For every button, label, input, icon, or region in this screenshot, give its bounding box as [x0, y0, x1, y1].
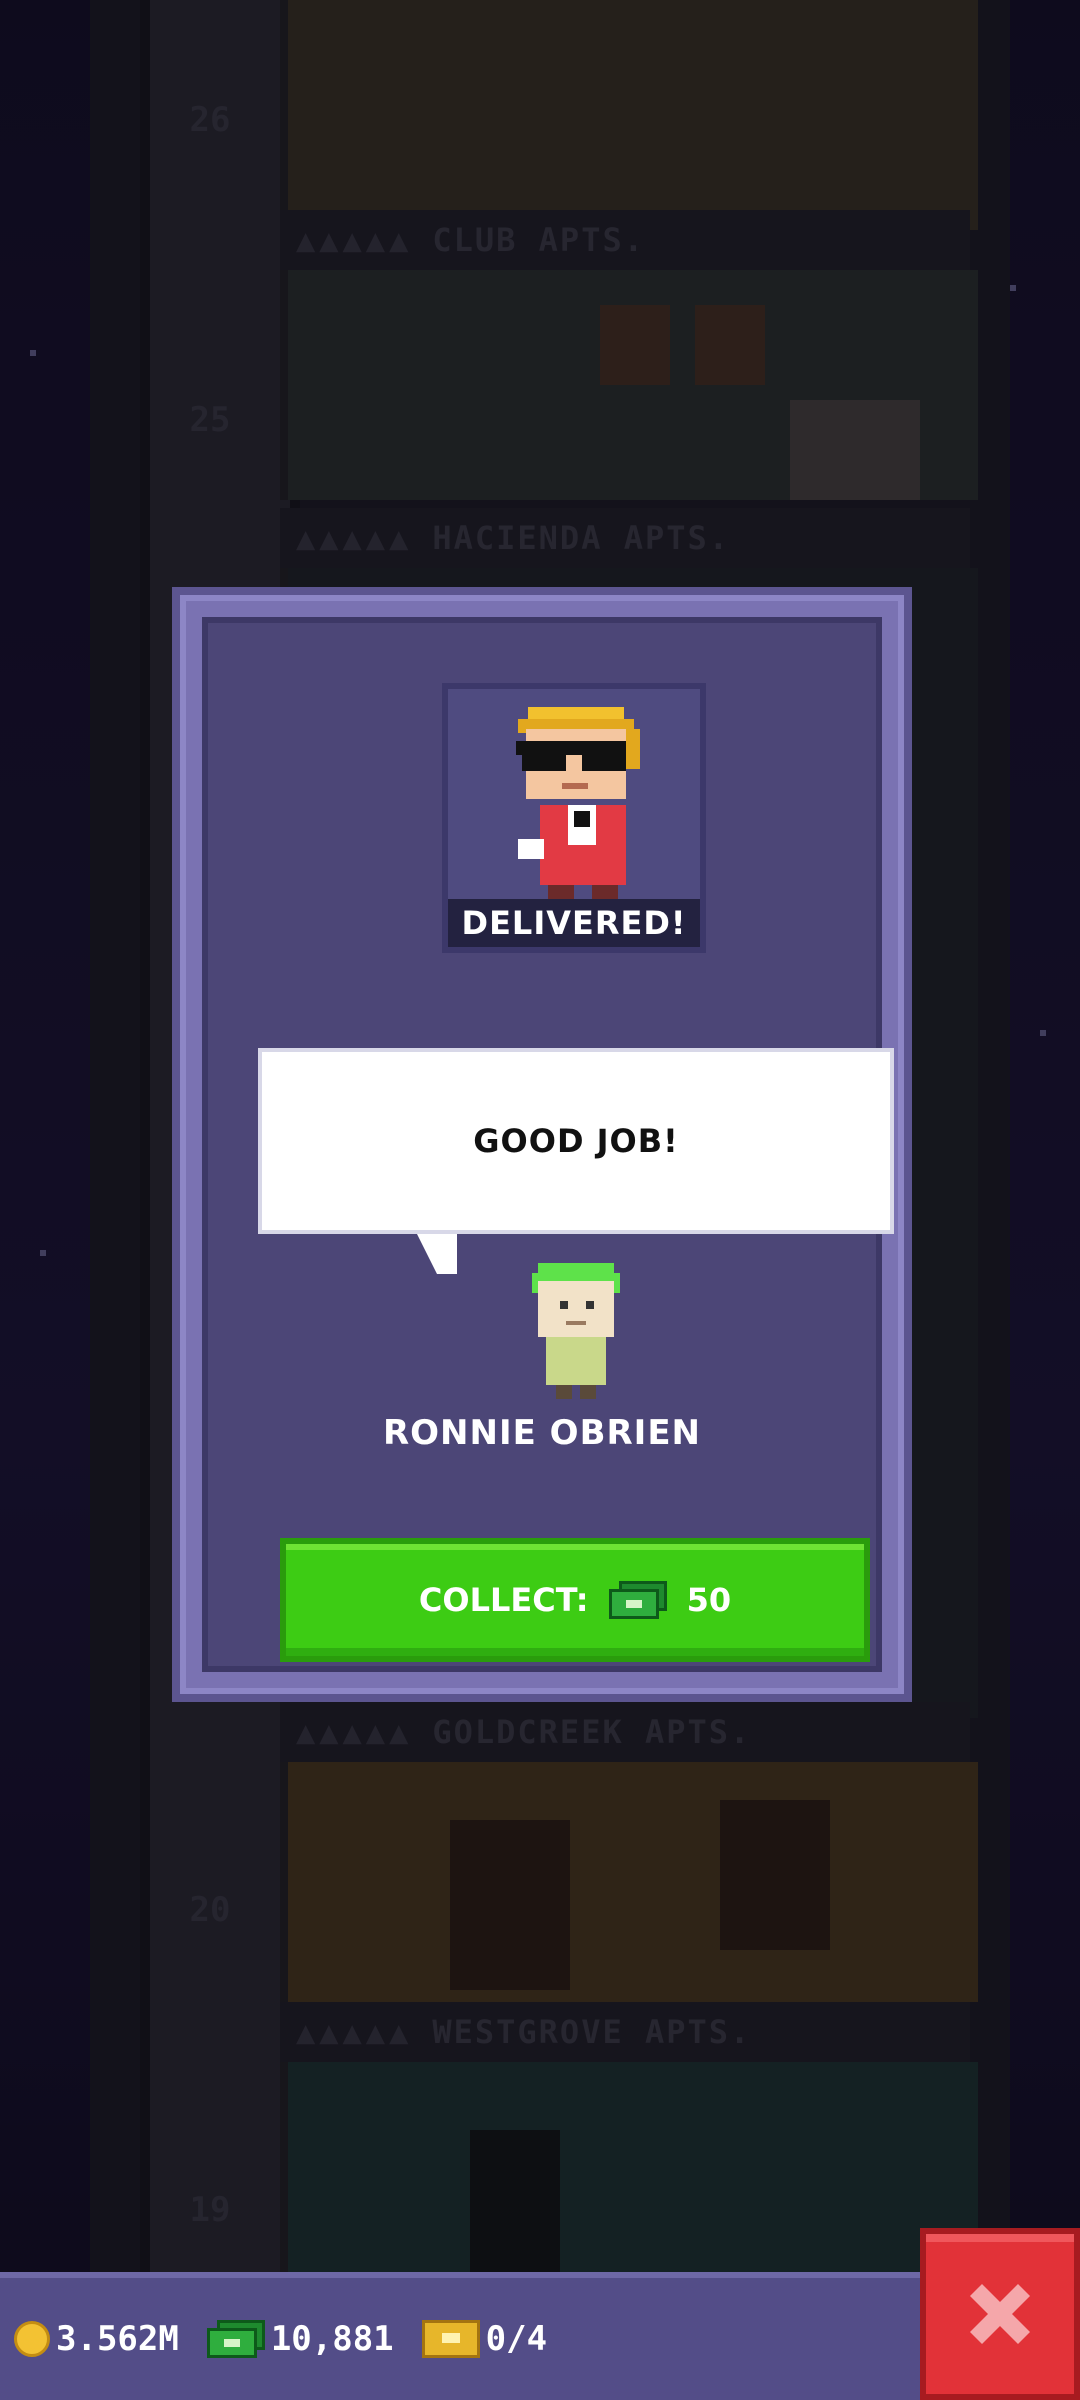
- delivery-dialog: DELIVERED! GOOD JOB! RONNIE OBRIEN COLLE…: [172, 587, 912, 1702]
- speaker-name: RONNIE OBRIEN: [382, 1413, 702, 1453]
- courier-avatar-icon: [516, 707, 640, 899]
- close-button[interactable]: [920, 2228, 1080, 2400]
- courier-portrait: DELIVERED!: [442, 683, 706, 953]
- speech-bubble: GOOD JOB!: [258, 1048, 894, 1234]
- dialog-panel: DELIVERED! GOOD JOB! RONNIE OBRIEN COLLE…: [202, 617, 894, 1672]
- delivered-label: DELIVERED!: [448, 899, 700, 947]
- coins-stat[interactable]: 3.562M: [14, 2319, 179, 2359]
- tickets-stat[interactable]: 0/4: [421, 2319, 548, 2359]
- bux-value: 10,881: [270, 2319, 394, 2359]
- ticket-icon: [421, 2320, 480, 2358]
- tickets-value: 0/4: [485, 2319, 548, 2359]
- speech-text: GOOD JOB!: [473, 1122, 679, 1160]
- collect-amount: 50: [686, 1581, 732, 1619]
- resident-avatar-icon: [532, 1263, 620, 1399]
- close-icon: [970, 2284, 1030, 2344]
- bux-stat[interactable]: 10,881: [206, 2319, 394, 2359]
- coin-icon: [14, 2321, 50, 2357]
- coins-value: 3.562M: [56, 2319, 179, 2359]
- collect-button[interactable]: COLLECT: 50: [280, 1538, 870, 1662]
- cash-icon: [608, 1581, 667, 1619]
- cash-icon: [206, 2320, 265, 2358]
- currency-bar: 3.562M 10,881 0/4: [0, 2272, 920, 2400]
- speech-bubble-tail: [417, 1234, 457, 1274]
- collect-label: COLLECT:: [418, 1581, 589, 1619]
